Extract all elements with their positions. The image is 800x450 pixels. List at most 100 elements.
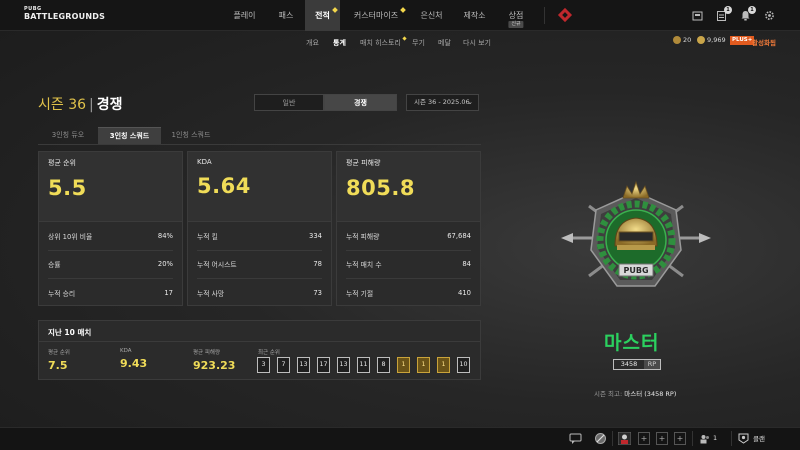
invite-slot-button[interactable]: + <box>638 432 650 445</box>
recent-rank-chip[interactable]: 13 <box>297 357 310 373</box>
stat-row: 누적 피해량 67,684 <box>346 222 471 251</box>
stat-key: 승률 <box>48 261 61 270</box>
avatar[interactable] <box>618 432 631 445</box>
recent-rank-chip-win[interactable]: 1 <box>397 357 410 373</box>
card-head: 평균 순위 5.5 <box>39 152 182 222</box>
rp-box: 3458 RP <box>613 359 661 370</box>
stat-value: 20% <box>157 260 173 269</box>
recent-rank-chip-win[interactable]: 1 <box>417 357 430 373</box>
stat-value: 84% <box>157 231 173 240</box>
recent-rank-chip[interactable]: 3 <box>257 357 270 373</box>
card-value: 5.64 <box>197 174 251 198</box>
recent-divider <box>39 341 480 342</box>
nav-customize[interactable]: 커스터마이즈 <box>347 0 406 31</box>
subnav-medals[interactable]: 메달 <box>438 38 451 48</box>
subnav-replays[interactable]: 다시 보기 <box>463 38 491 48</box>
stat-row: 누적 사망 73 <box>197 279 322 308</box>
recent-stat-key: KDA <box>120 348 132 354</box>
stat-row: 누적 기절 410 <box>346 279 471 308</box>
recent-ranks-label: 최근 순위 <box>258 350 280 356</box>
inventory-icon[interactable] <box>692 10 703 21</box>
settings-gear-icon[interactable] <box>764 10 775 21</box>
segment-normal[interactable]: 일반 <box>254 94 324 111</box>
stat-value: 84 <box>462 260 471 269</box>
stat-row: 누적 승리 17 <box>48 279 173 308</box>
nav-pass[interactable]: 패스 <box>270 0 302 31</box>
season-dropdown[interactable]: 시즌 36 - 2025.06 ⌄ <box>406 94 479 111</box>
stat-key: 누적 기절 <box>346 290 374 299</box>
stat-row: 누적 어시스트 78 <box>197 251 322 279</box>
recent-stat-value: 9.43 <box>120 357 148 370</box>
card-kda: KDA 5.64 누적 킬 334 누적 어시스트 78 누적 사망 73 <box>187 151 332 306</box>
stat-key: 누적 사망 <box>197 290 225 299</box>
tab-fpp-squad[interactable]: 1인칭 스쿼드 <box>161 127 221 144</box>
new-dot-icon <box>400 7 406 13</box>
invite-slot-button[interactable]: + <box>656 432 668 445</box>
nav-hideout[interactable]: 은신처 <box>414 0 449 31</box>
tab-underline <box>38 144 481 145</box>
subnav-stats[interactable]: 통계 <box>333 38 346 48</box>
tab-tpp-squad[interactable]: 3인칭 스쿼드 <box>98 127 161 144</box>
subnav-weapons[interactable]: 무기 <box>412 38 425 48</box>
card-head: KDA 5.64 <box>188 152 331 222</box>
recent-rank-chip[interactable]: 7 <box>277 357 290 373</box>
recent-rank-chip[interactable]: 13 <box>337 357 350 373</box>
segment-ranked[interactable]: 경쟁 <box>324 94 397 111</box>
stat-key: 누적 어시스트 <box>197 261 237 270</box>
logo-line2: BATTLEGROUNDS <box>24 12 106 21</box>
stat-value: 67,684 <box>447 231 471 240</box>
recent-rank-chip-win[interactable]: 1 <box>437 357 450 373</box>
bp-balance[interactable]: 9,969 <box>697 36 726 44</box>
card-avg-damage: 평균 피해량 805.8 누적 피해량 67,684 누적 매치 수 84 누적 기… <box>336 151 481 306</box>
season-best-value: 마스터 (3458 RP) <box>624 390 677 398</box>
nav-divider <box>544 7 545 24</box>
card-label: 평균 피해량 <box>346 159 381 167</box>
subnav-overview[interactable]: 개요 <box>306 38 319 48</box>
nav-record[interactable]: 전적 <box>305 0 340 31</box>
emblem-pubg-text: PUBG <box>623 266 648 275</box>
recent-title: 지난 10 매치 <box>48 328 92 337</box>
rp-value: 3458 <box>620 360 638 368</box>
subnav-match-history[interactable]: 매치 히스토리 <box>360 36 407 48</box>
nav-workshop[interactable]: 제작소 <box>457 0 492 31</box>
nav-play[interactable]: 플레이 <box>226 0 263 31</box>
invite-slot-button[interactable]: + <box>674 432 686 445</box>
recent-rank-chip[interactable]: 17 <box>317 357 330 373</box>
notification-icon[interactable]: 1 <box>740 6 756 21</box>
recent-rank-chip[interactable]: 8 <box>377 357 390 373</box>
plus-badge[interactable]: PLUS+ <box>730 36 755 45</box>
tier-name: 마스터 <box>604 332 660 354</box>
mission-badge: 1 <box>724 6 732 14</box>
recent-rank-chip[interactable]: 10 <box>457 357 470 373</box>
season-best-label: 시즌 최고: <box>594 390 623 398</box>
stat-key: 누적 피해량 <box>346 232 380 241</box>
nav-shop-label: 상점 <box>508 11 524 20</box>
rp-unit: RP <box>644 360 660 369</box>
plus-status: 활성화됨 <box>752 39 776 47</box>
stat-row: 누적 킬 334 <box>197 222 322 251</box>
subnav-match-history-label: 매치 히스토리 <box>360 39 401 47</box>
pubg-logo[interactable]: PUBG BATTLEGROUNDS <box>24 7 105 21</box>
recent-stat-key: 평균 피해량 <box>193 350 221 356</box>
stat-key: 상위 10위 비율 <box>48 232 93 241</box>
recent-rank-chip[interactable]: 11 <box>357 357 370 373</box>
card-label: 평균 순위 <box>48 159 76 167</box>
card-value: 805.8 <box>346 176 415 200</box>
nav-shop[interactable]: 상점 신규 <box>500 0 532 31</box>
party-count: 1 <box>713 434 718 442</box>
nav-record-label: 전적 <box>315 11 330 20</box>
new-dot-icon <box>402 36 407 41</box>
title-divider: | <box>89 97 94 113</box>
party-button[interactable]: 1 <box>700 433 724 445</box>
clan-button[interactable]: 클랜 <box>738 432 772 445</box>
recent-stat-kda: KDA 9.43 <box>120 348 147 370</box>
tab-tpp-duo[interactable]: 3인칭 듀오 <box>38 127 98 144</box>
mission-icon[interactable]: 1 <box>716 6 732 21</box>
coin-balance[interactable]: 20 <box>673 36 691 44</box>
season-dropdown-value: 시즌 36 - 2025.06 <box>414 98 470 106</box>
stat-row: 승률 20% <box>48 251 173 279</box>
chat-icon[interactable] <box>569 432 582 445</box>
voice-icon[interactable] <box>594 432 607 445</box>
new-dot-icon <box>332 7 338 13</box>
chevron-down-icon: ⌄ <box>467 98 473 106</box>
